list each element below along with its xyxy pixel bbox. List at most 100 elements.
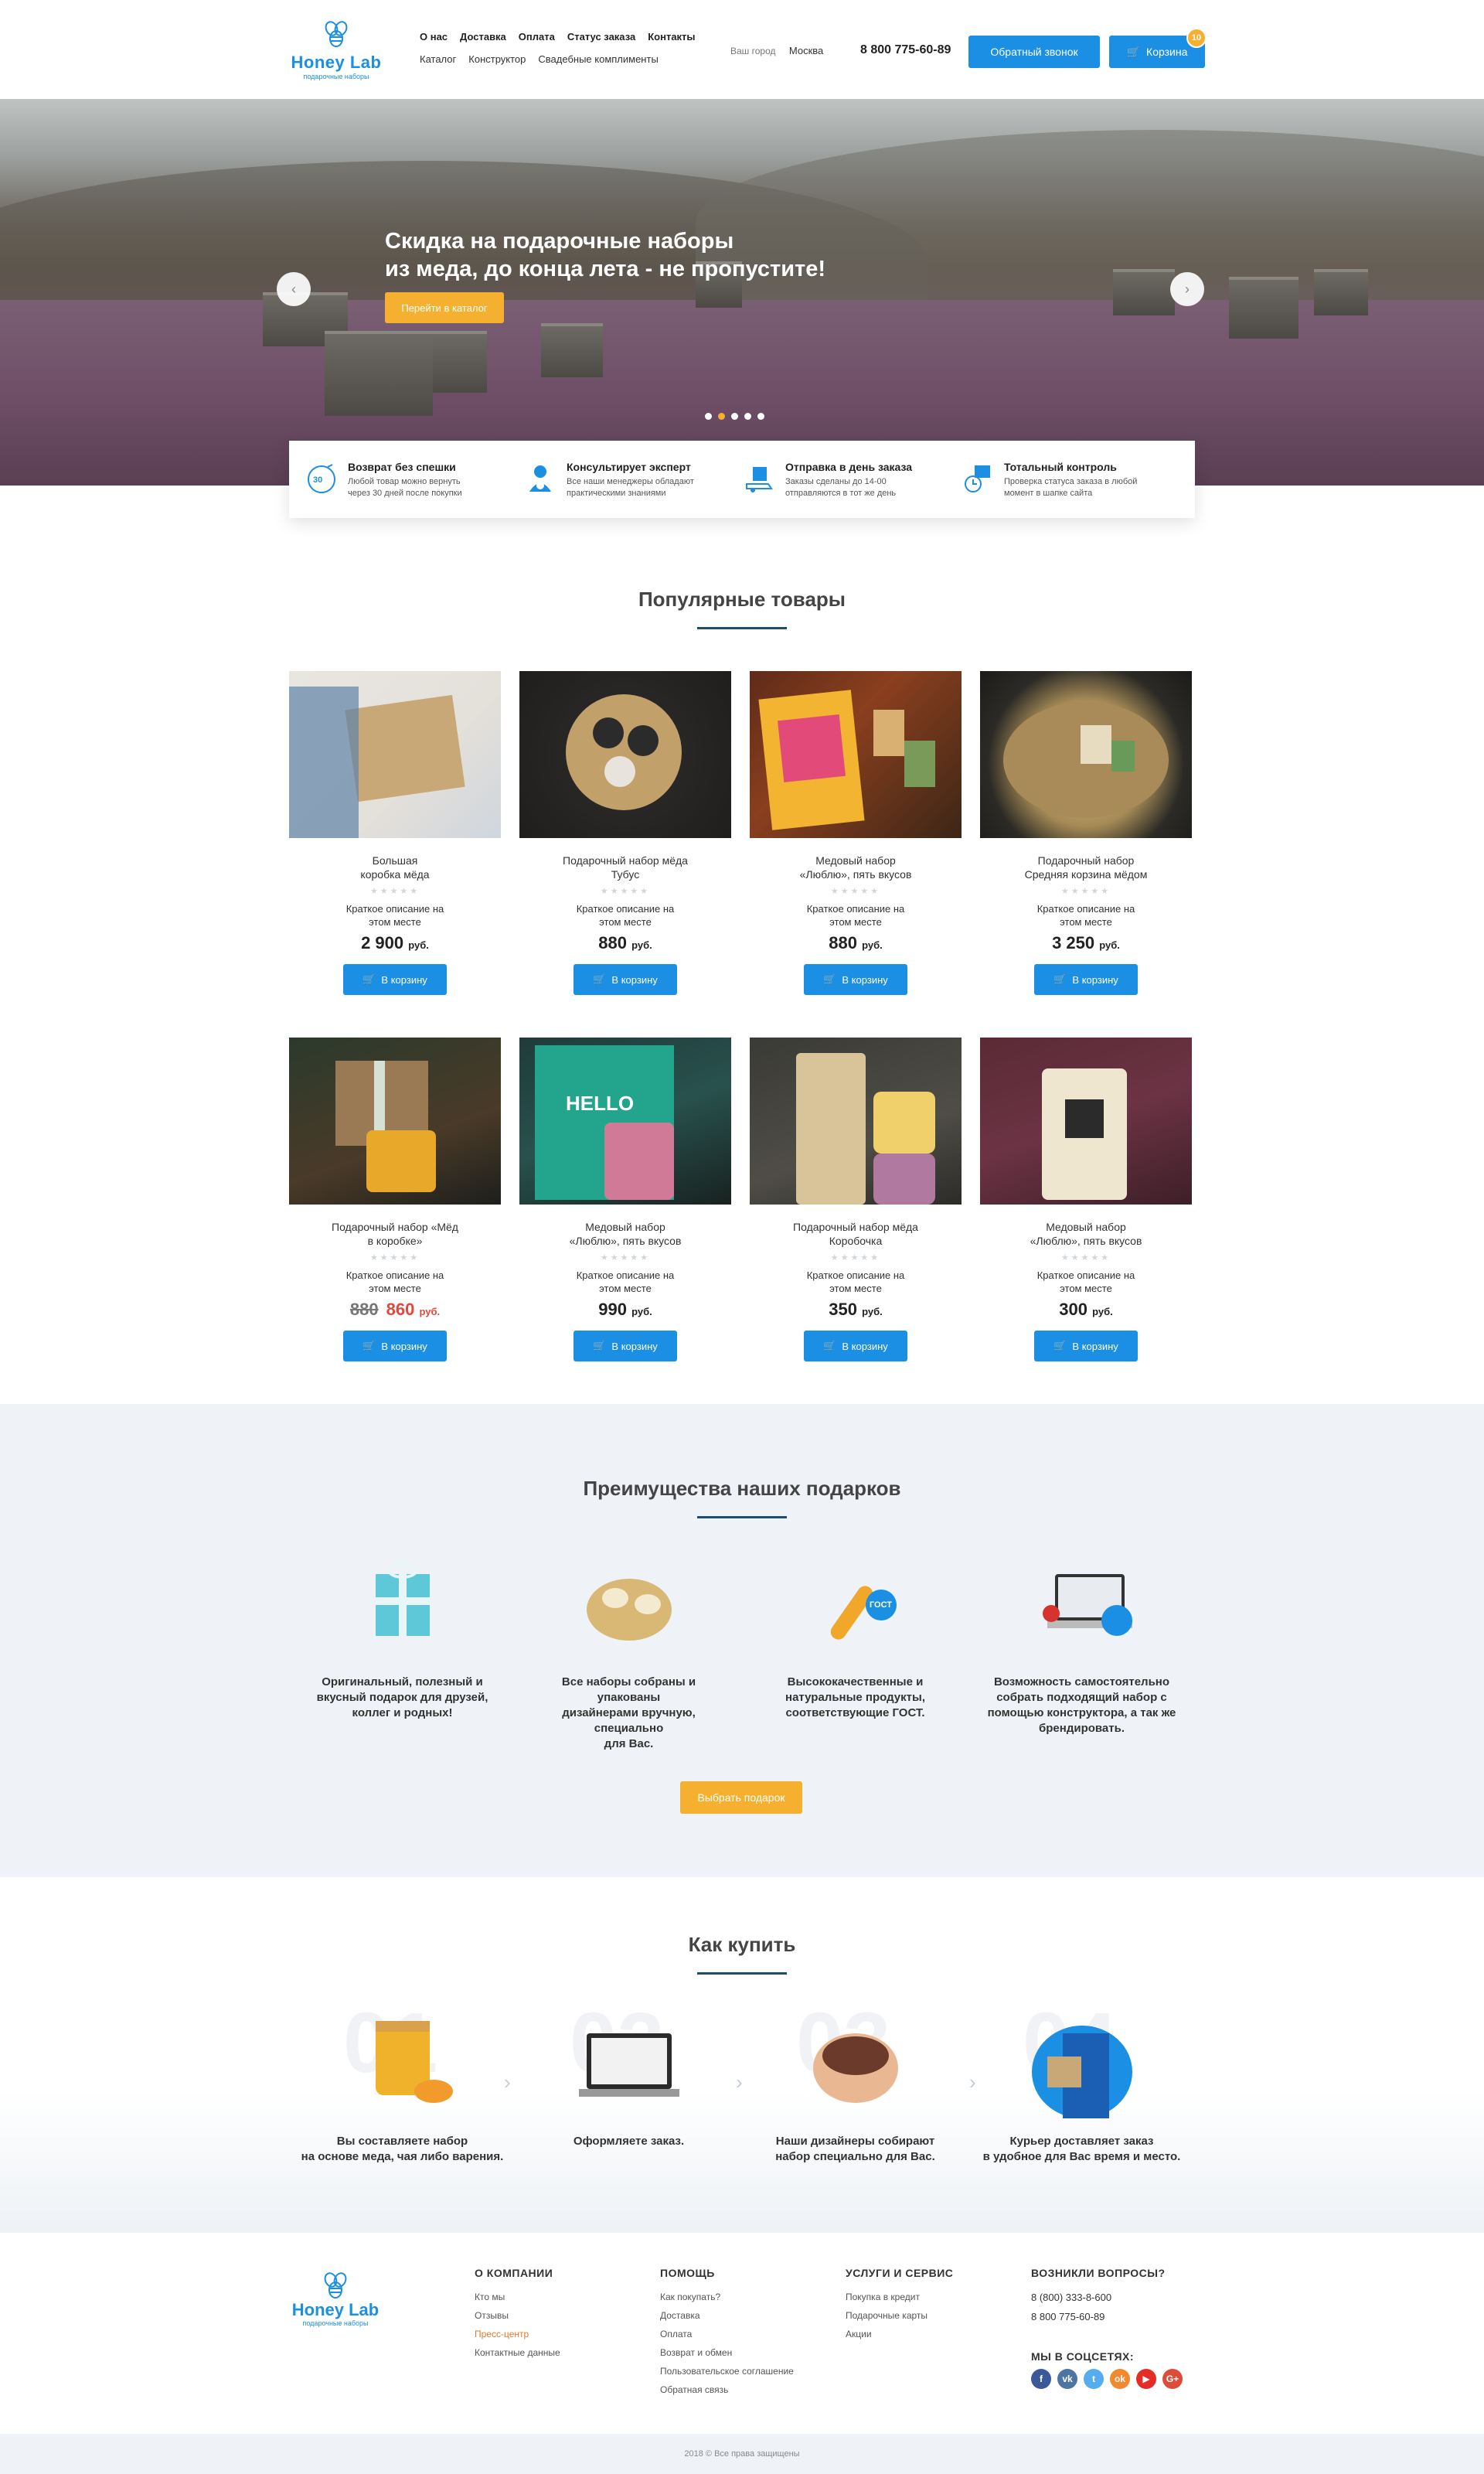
facebook-icon[interactable]: f	[1031, 2369, 1051, 2389]
product-name[interactable]: Медовый набор «Люблю», пять вкусов	[980, 1220, 1192, 1248]
footer-link[interactable]: Покупка в кредит	[846, 2292, 953, 2302]
product-image[interactable]	[519, 671, 731, 838]
cart-icon: 🛒	[823, 1340, 836, 1351]
product-name[interactable]: Медовый набор «Люблю», пять вкусов	[519, 1220, 731, 1248]
product-card[interactable]: HELLO Медовый набор «Люблю», пять вкусов ★★…	[519, 1038, 731, 1367]
currency: руб.	[862, 1306, 883, 1317]
bee-logo-icon	[324, 2272, 347, 2299]
product-name-line: Подарочный набор	[1037, 854, 1135, 867]
footer-link[interactable]: Кто мы	[475, 2292, 560, 2302]
footer-link[interactable]: Как покупать?	[660, 2292, 794, 2302]
product-image[interactable]	[980, 1038, 1192, 1205]
footer-link[interactable]: Акции	[846, 2329, 953, 2339]
slider-dot[interactable]	[705, 413, 712, 420]
odnoklassniki-icon[interactable]: ok	[1110, 2369, 1130, 2389]
add-to-cart-button[interactable]: 🛒 В корзину	[574, 964, 677, 995]
city-value[interactable]: Москва	[789, 45, 823, 56]
product-image[interactable]	[980, 671, 1192, 838]
city-selector[interactable]: Ваш город Москва	[730, 45, 823, 56]
product-name-line: «Люблю», пять вкусов	[799, 868, 912, 881]
nav-link[interactable]: Свадебные комплименты	[538, 53, 658, 65]
product-name-line: Средняя корзина мёдом	[1024, 868, 1148, 881]
product-image[interactable]	[750, 1038, 962, 1205]
chevron-right-icon: ›	[736, 2070, 743, 2094]
footer-link[interactable]: Пресс-центр	[475, 2329, 560, 2339]
product-image[interactable]	[289, 1038, 501, 1205]
footer-phone[interactable]: 8 800 775-60-89	[1031, 2311, 1183, 2322]
product-name[interactable]: Медовый набор «Люблю», пять вкусов	[750, 854, 962, 881]
product-description-line: Краткое описание на	[806, 1269, 905, 1281]
add-to-cart-button[interactable]: 🛒 В корзину	[804, 1331, 907, 1361]
add-to-cart-label: В корзину	[381, 1340, 427, 1352]
google-plus-icon[interactable]: G+	[1162, 2369, 1183, 2389]
footer-link[interactable]: Контактные данные	[475, 2347, 560, 2358]
product-image[interactable]	[289, 671, 501, 838]
youtube-icon[interactable]: ▶	[1136, 2369, 1156, 2389]
product-description-line: этом месте	[829, 1283, 882, 1294]
nav-link[interactable]: Доставка	[460, 31, 506, 43]
product-name[interactable]: Подарочный набор Средняя корзина мёдом	[980, 854, 1192, 881]
slider-dot[interactable]	[731, 413, 738, 420]
product-image[interactable]: HELLO	[519, 1038, 731, 1205]
footer-link[interactable]: Доставка	[660, 2310, 794, 2321]
header-phone[interactable]: 8 800 775-60-89	[860, 43, 951, 57]
add-to-cart-button[interactable]: 🛒 В корзину	[574, 1331, 677, 1361]
twitter-icon[interactable]: t	[1084, 2369, 1104, 2389]
advantages-section-header: Преимущества наших подарков	[0, 1477, 1484, 1518]
footer-link[interactable]: Отзывы	[475, 2310, 560, 2321]
choose-gift-button[interactable]: Выбрать подарок	[680, 1781, 802, 1814]
nav-link[interactable]: Каталог	[420, 53, 456, 65]
product-card[interactable]: Подарочный набор мёда Коробочка ★★★★★ Кратк…	[750, 1038, 962, 1367]
step-text-line: в удобное для Вас время и место.	[982, 2150, 1181, 2163]
footer-logo[interactable]: Honey Lab подарочные наборы	[289, 2270, 382, 2327]
nav-link[interactable]: Статус заказа	[567, 31, 635, 43]
product-card[interactable]: Медовый набор «Люблю», пять вкусов ★★★★★ Кр…	[750, 671, 962, 1000]
add-to-cart-label: В корзину	[842, 1340, 888, 1352]
add-to-cart-button[interactable]: 🛒 В корзину	[343, 964, 447, 995]
step-illustration	[1024, 2010, 1140, 2118]
vk-icon[interactable]: vk	[1057, 2369, 1077, 2389]
add-to-cart-button[interactable]: 🛒 В корзину	[1034, 1331, 1138, 1361]
add-to-cart-button[interactable]: 🛒 В корзину	[804, 964, 907, 995]
nav-link[interactable]: Конструктор	[468, 53, 526, 65]
product-name[interactable]: Подарочный набор мёда Тубус	[519, 854, 731, 881]
go-to-catalog-button[interactable]: Перейти в каталог	[385, 292, 504, 323]
product-description: Краткое описание на этом месте	[980, 1269, 1192, 1295]
product-card[interactable]: Большая коробка мёда ★★★★★ Краткое описание…	[289, 671, 501, 1000]
product-card[interactable]: Подарочный набор Средняя корзина мёдом ★★★…	[980, 671, 1192, 1000]
slider-next-button[interactable]: ›	[1170, 272, 1204, 306]
feature-desc: Заказы сделаны до 14-00	[785, 477, 887, 486]
footer-link[interactable]: Пользовательское соглашение	[660, 2366, 794, 2377]
nav-link[interactable]: Контакты	[648, 31, 695, 43]
product-name[interactable]: Большая коробка мёда	[289, 854, 501, 881]
advantage-illustration: ГОСТ	[798, 1551, 914, 1659]
slider-dot[interactable]	[757, 413, 764, 420]
feature-desc: практическими знаниями	[567, 489, 666, 498]
product-name[interactable]: Подарочный набор мёда Коробочка	[750, 1220, 962, 1248]
product-image[interactable]	[750, 671, 962, 838]
footer-link[interactable]: Обратная связь	[660, 2384, 794, 2395]
nav-link[interactable]: О нас	[420, 31, 448, 43]
popular-title: Популярные товары	[638, 588, 846, 611]
footer-phone[interactable]: 8 (800) 333-8-600	[1031, 2292, 1183, 2303]
add-to-cart-button[interactable]: 🛒 В корзину	[1034, 964, 1138, 995]
product-card[interactable]: Подарочный набор мёда Тубус ★★★★★ Краткое о…	[519, 671, 731, 1000]
nav-link[interactable]: Оплата	[519, 31, 555, 43]
step-text-line: Оформляете заказ.	[573, 2135, 685, 2148]
slider-dot[interactable]	[744, 413, 751, 420]
cart-icon: 🛒	[1126, 45, 1141, 58]
footer-link[interactable]: Подарочные карты	[846, 2310, 953, 2321]
product-name[interactable]: Подарочный набор «Мёд в коробке»	[289, 1220, 501, 1248]
callback-button[interactable]: Обратный звонок	[968, 36, 1100, 68]
product-card[interactable]: Подарочный набор «Мёд в коробке» ★★★★★ Крат…	[289, 1038, 501, 1367]
slider-dot[interactable]	[718, 413, 725, 420]
product-card[interactable]: Медовый набор «Люблю», пять вкусов ★★★★★ Кр…	[980, 1038, 1192, 1367]
footer-link[interactable]: Оплата	[660, 2329, 794, 2339]
add-to-cart-button[interactable]: 🛒 В корзину	[343, 1331, 447, 1361]
slider-prev-button[interactable]: ‹	[277, 272, 311, 306]
buy-step: 01Вы составляете наборна основе меда, ча…	[289, 2001, 516, 2165]
footer-link[interactable]: Возврат и обмен	[660, 2347, 794, 2358]
cart-icon: 🛒	[362, 973, 376, 985]
site-footer: Honey Lab подарочные наборы О КОМПАНИИ К…	[0, 2233, 1484, 2434]
logo[interactable]: Honey Lab подарочные наборы	[290, 19, 383, 80]
